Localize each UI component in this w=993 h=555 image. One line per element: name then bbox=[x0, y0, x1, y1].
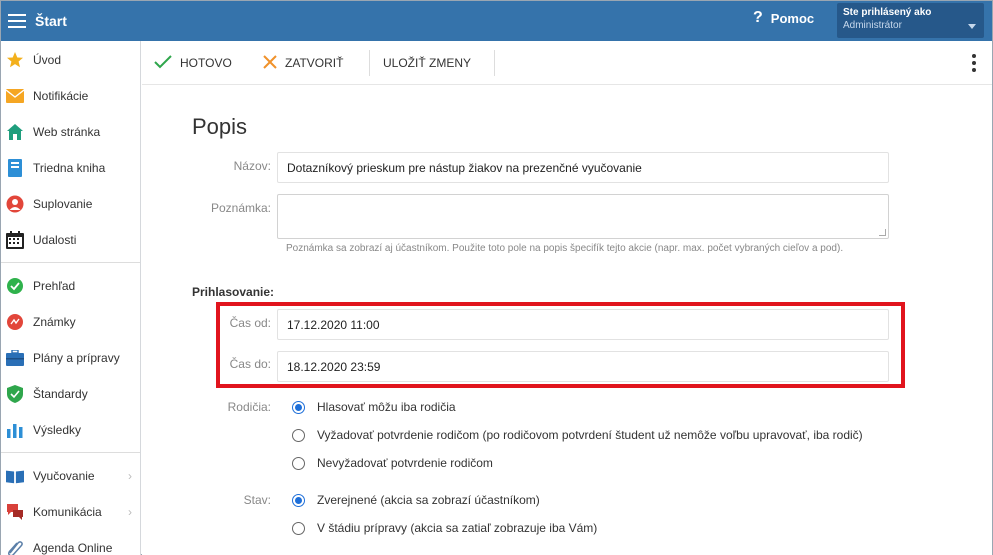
page-title: Popis bbox=[192, 114, 248, 139]
grades-icon bbox=[6, 313, 24, 331]
radio-selected[interactable] bbox=[292, 400, 305, 414]
sidebar-item-prehlad[interactable]: Prehľad bbox=[1, 268, 140, 304]
chat-icon bbox=[6, 503, 24, 521]
bar-chart-icon bbox=[6, 421, 24, 439]
time-to-label: Čas do: bbox=[229, 357, 271, 371]
time-from-label: Čas od: bbox=[229, 316, 271, 330]
sidebar-divider bbox=[1, 452, 140, 453]
signup-heading: Prihlasovanie: bbox=[192, 285, 275, 299]
sidebar-item-label: Triedna kniha bbox=[33, 161, 106, 175]
help-button[interactable]: ? Pomoc bbox=[753, 9, 814, 27]
close-button[interactable]: ZATVORIŤ bbox=[263, 41, 343, 85]
radio-label: V štádiu prípravy (akcia sa zatiaľ zobra… bbox=[317, 521, 598, 535]
state-option-draft[interactable]: V štádiu prípravy (akcia sa zatiaľ zobra… bbox=[292, 521, 597, 535]
radio-label: Hlasovať môžu iba rodičia bbox=[317, 400, 456, 414]
state-option-published[interactable]: Zverejnené (akcia sa zobrazí účastníkom) bbox=[292, 493, 540, 507]
sidebar-item-label: Notifikácie bbox=[33, 89, 89, 103]
sidebar-item-label: Suplovanie bbox=[33, 197, 93, 211]
top-bar: Štart ? Pomoc Ste prihlásený ako Adminis… bbox=[1, 1, 992, 41]
sidebar-item-web-stranka[interactable]: Web stránka bbox=[1, 114, 140, 150]
sidebar-item-label: Agenda Online bbox=[33, 541, 113, 555]
radio-unselected[interactable] bbox=[292, 456, 305, 470]
sidebar-item-standardy[interactable]: Štandardy bbox=[1, 376, 140, 412]
radio-selected[interactable] bbox=[292, 493, 305, 507]
name-label: Názov: bbox=[233, 159, 271, 173]
caret-down-icon bbox=[968, 24, 976, 29]
sidebar-item-label: Známky bbox=[33, 315, 76, 329]
radio-unselected[interactable] bbox=[292, 521, 305, 535]
sidebar-item-label: Prehľad bbox=[33, 279, 76, 293]
toolbar: HOTOVO ZATVORIŤ ULOŽIŤ ZMENY bbox=[142, 41, 992, 85]
help-label: Pomoc bbox=[770, 10, 815, 26]
note-hint: Poznámka sa zobrazí aj účastníkom. Použi… bbox=[286, 243, 844, 254]
close-icon bbox=[263, 54, 277, 72]
parents-option-parents-only[interactable]: Hlasovať môžu iba rodičia bbox=[292, 400, 456, 414]
time-from-input[interactable]: 17.12.2020 11:00 bbox=[277, 309, 889, 340]
star-icon bbox=[6, 51, 24, 69]
more-options-icon[interactable] bbox=[972, 54, 978, 72]
sidebar-item-notifikacie[interactable]: Notifikácie bbox=[1, 78, 140, 114]
sidebar-divider bbox=[1, 262, 140, 263]
user-name: Administrátor bbox=[843, 20, 902, 31]
sidebar-item-udalosti[interactable]: Udalosti bbox=[1, 222, 140, 258]
sidebar: Úvod Notifikácie Web stránka Triedna kni… bbox=[1, 41, 141, 555]
done-button[interactable]: HOTOVO bbox=[154, 41, 232, 85]
user-menu[interactable]: Ste prihlásený ako Administrátor bbox=[837, 3, 984, 38]
shield-icon bbox=[6, 385, 24, 403]
toolbar-divider bbox=[494, 50, 495, 76]
sidebar-item-znamky[interactable]: Známky bbox=[1, 304, 140, 340]
close-label: ZATVORIŤ bbox=[285, 56, 344, 70]
resize-handle-icon[interactable] bbox=[879, 229, 886, 236]
chevron-right-icon: › bbox=[128, 469, 132, 483]
note-textarea[interactable] bbox=[277, 194, 889, 239]
sidebar-item-agenda-online[interactable]: Agenda Online bbox=[1, 530, 140, 555]
question-mark-icon: ? bbox=[753, 9, 763, 26]
main-content: Popis Názov: Dotazníkový prieskum pre ná… bbox=[142, 86, 992, 555]
radio-label: Vyžadovať potvrdenie rodičom (po rodičov… bbox=[317, 428, 863, 442]
person-icon bbox=[6, 195, 24, 213]
done-label: HOTOVO bbox=[180, 56, 232, 70]
user-caption: Ste prihlásený ako bbox=[843, 7, 932, 18]
book-icon bbox=[6, 159, 24, 177]
sidebar-item-label: Štandardy bbox=[33, 387, 88, 401]
sidebar-item-komunikacia[interactable]: Komunikácia › bbox=[1, 494, 140, 530]
sidebar-item-vysledky[interactable]: Výsledky bbox=[1, 412, 140, 448]
sidebar-item-label: Úvod bbox=[33, 53, 62, 67]
sidebar-item-vyucovanie[interactable]: Vyučovanie › bbox=[1, 458, 140, 494]
chevron-right-icon: › bbox=[128, 505, 132, 519]
sidebar-item-plany-a-pripravy[interactable]: Plány a prípravy bbox=[1, 340, 140, 376]
radio-label: Zverejnené (akcia sa zobrazí účastníkom) bbox=[317, 493, 540, 507]
save-changes-button[interactable]: ULOŽIŤ ZMENY bbox=[383, 41, 471, 85]
radio-unselected[interactable] bbox=[292, 428, 305, 442]
open-book-icon bbox=[6, 467, 24, 485]
sidebar-item-label: Plány a prípravy bbox=[33, 351, 120, 365]
hamburger-menu-icon[interactable] bbox=[5, 7, 33, 35]
house-icon bbox=[6, 123, 24, 141]
name-input[interactable]: Dotazníkový prieskum pre nástup žiakov n… bbox=[277, 152, 889, 183]
checkmark-icon bbox=[154, 54, 172, 72]
toolbar-divider bbox=[369, 50, 370, 76]
check-circle-icon bbox=[6, 277, 24, 295]
sidebar-item-suplovanie[interactable]: Suplovanie bbox=[1, 186, 140, 222]
sidebar-item-label: Vyučovanie bbox=[33, 469, 95, 483]
sidebar-item-triedna-kniha[interactable]: Triedna kniha bbox=[1, 150, 140, 186]
sidebar-item-label: Udalosti bbox=[33, 233, 77, 247]
briefcase-icon bbox=[6, 349, 24, 367]
save-label: ULOŽIŤ ZMENY bbox=[383, 56, 472, 70]
note-label: Poznámka: bbox=[210, 201, 271, 215]
envelope-icon bbox=[6, 87, 24, 105]
sidebar-item-label: Web stránka bbox=[33, 125, 101, 139]
app-title: Štart bbox=[35, 13, 67, 29]
state-label: Stav: bbox=[243, 493, 271, 507]
sidebar-item-uvod[interactable]: Úvod bbox=[1, 42, 140, 78]
calendar-icon bbox=[6, 231, 24, 249]
sidebar-item-label: Komunikácia bbox=[33, 505, 102, 519]
radio-label: Nevyžadovať potvrdenie rodičom bbox=[317, 456, 493, 470]
time-to-input[interactable]: 18.12.2020 23:59 bbox=[277, 351, 889, 382]
parents-option-no-confirmation[interactable]: Nevyžadovať potvrdenie rodičom bbox=[292, 456, 493, 470]
parents-option-require-confirmation[interactable]: Vyžadovať potvrdenie rodičom (po rodičov… bbox=[292, 428, 863, 442]
parents-label: Rodičia: bbox=[227, 400, 271, 414]
sidebar-item-label: Výsledky bbox=[33, 423, 82, 437]
paperclip-icon bbox=[6, 539, 24, 555]
